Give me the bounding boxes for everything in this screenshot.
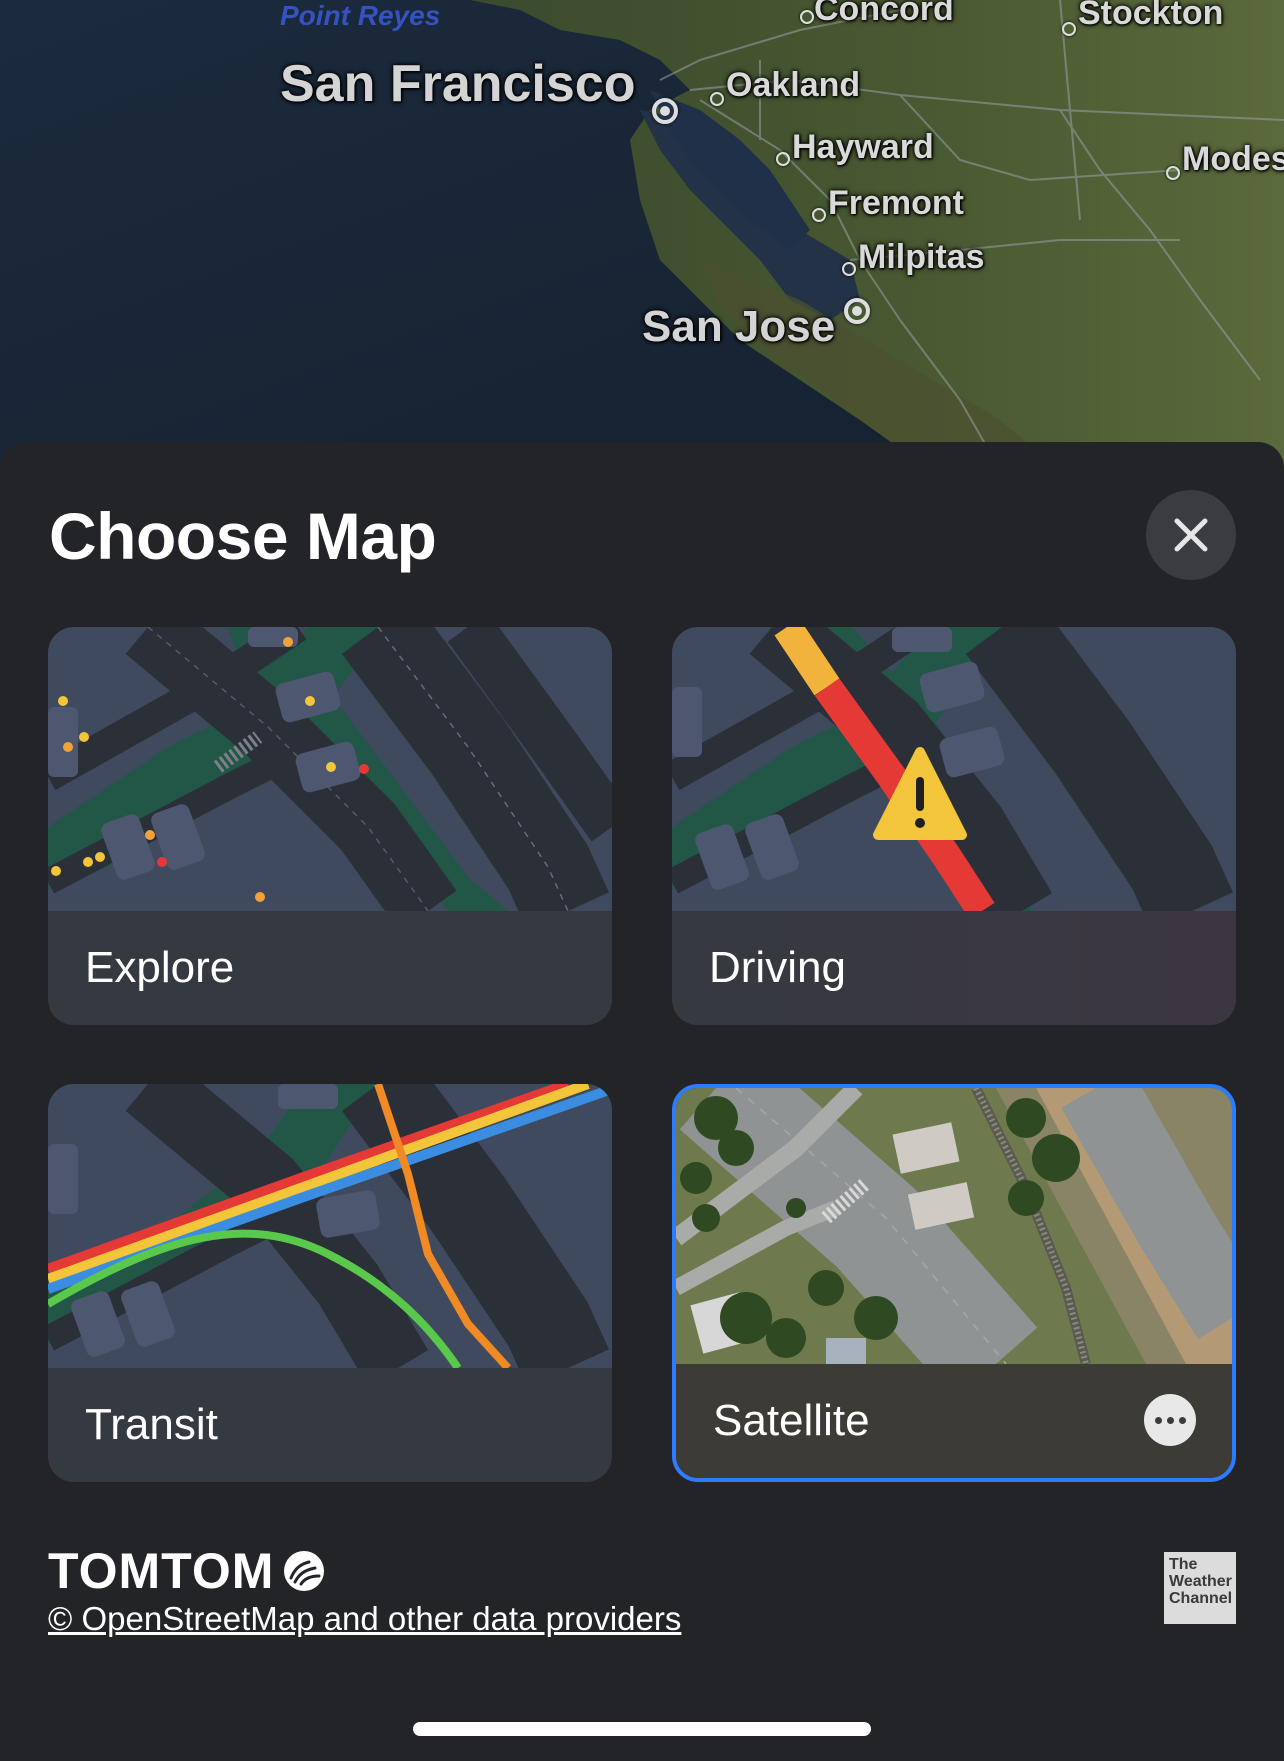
weather-badge-line-3: Channel [1169,1590,1233,1607]
satellite-map-illustration [676,1088,1232,1364]
map-option-label: Driving [709,943,846,992]
city-label-fremont: Fremont [828,184,964,222]
transit-map-illustration [48,1084,612,1368]
driving-label-bar: Driving [672,911,1236,1025]
openstreetmap-attribution-link[interactable]: © OpenStreetMap and other data providers [48,1600,681,1638]
map-option-label: Explore [85,943,235,992]
explore-thumbnail [48,627,612,911]
driving-map-illustration [672,627,1236,911]
background-map[interactable]: Point Reyes San Francisco Concord Stockt… [0,0,1284,470]
ellipsis-icon[interactable] [1144,1394,1196,1446]
city-label-modesto: Modes [1182,140,1284,178]
driving-thumbnail [672,627,1236,911]
city-marker-san-francisco [652,98,678,124]
choose-map-sheet: Choose Map Explore Driving Transit Satel… [0,442,1284,1761]
city-label-milpitas: Milpitas [858,238,985,276]
city-marker-modesto [1166,166,1180,180]
explore-label-bar: Explore [48,911,612,1025]
city-label-concord: Concord [814,0,954,28]
map-option-satellite[interactable]: Satellite [672,1084,1236,1482]
tomtom-logo: TOMTOM [48,1542,327,1600]
city-marker-fremont [812,208,826,222]
satellite-label-bar: Satellite [676,1364,1232,1478]
map-option-driving[interactable]: Driving [672,627,1236,1025]
map-option-transit[interactable]: Transit [48,1084,612,1482]
transit-thumbnail [48,1084,612,1368]
city-label-san-francisco: San Francisco [280,55,636,113]
city-marker-san-jose [844,298,870,324]
weather-channel-logo: The Weather Channel [1164,1552,1236,1624]
city-marker-milpitas [842,262,856,276]
home-indicator[interactable] [413,1722,871,1736]
transit-label-bar: Transit [48,1368,612,1482]
tomtom-wordmark: TOMTOM [48,1543,275,1599]
city-label-hayward: Hayward [792,128,934,166]
weather-badge-line-2: Weather [1169,1573,1232,1590]
city-label-stockton: Stockton [1078,0,1224,32]
city-label-oakland: Oakland [726,66,861,104]
satellite-terrain [0,0,1284,470]
xmark-icon [1174,518,1208,552]
explore-map-illustration [48,627,612,911]
city-marker-stockton [1062,22,1076,36]
tomtom-hand-icon [283,1551,324,1591]
city-marker-hayward [776,152,790,166]
city-label-san-jose: San Jose [642,302,836,351]
satellite-thumbnail [676,1088,1232,1364]
map-option-label: Satellite [713,1396,870,1445]
map-option-explore[interactable]: Explore [48,627,612,1025]
sheet-title: Choose Map [49,499,437,573]
weather-badge-line-1: The [1169,1556,1198,1573]
city-marker-oakland [710,92,724,106]
map-option-label: Transit [85,1400,218,1449]
city-marker-concord [800,10,814,24]
close-button[interactable] [1146,490,1236,580]
city-label-point-reyes: Point Reyes [280,0,441,31]
